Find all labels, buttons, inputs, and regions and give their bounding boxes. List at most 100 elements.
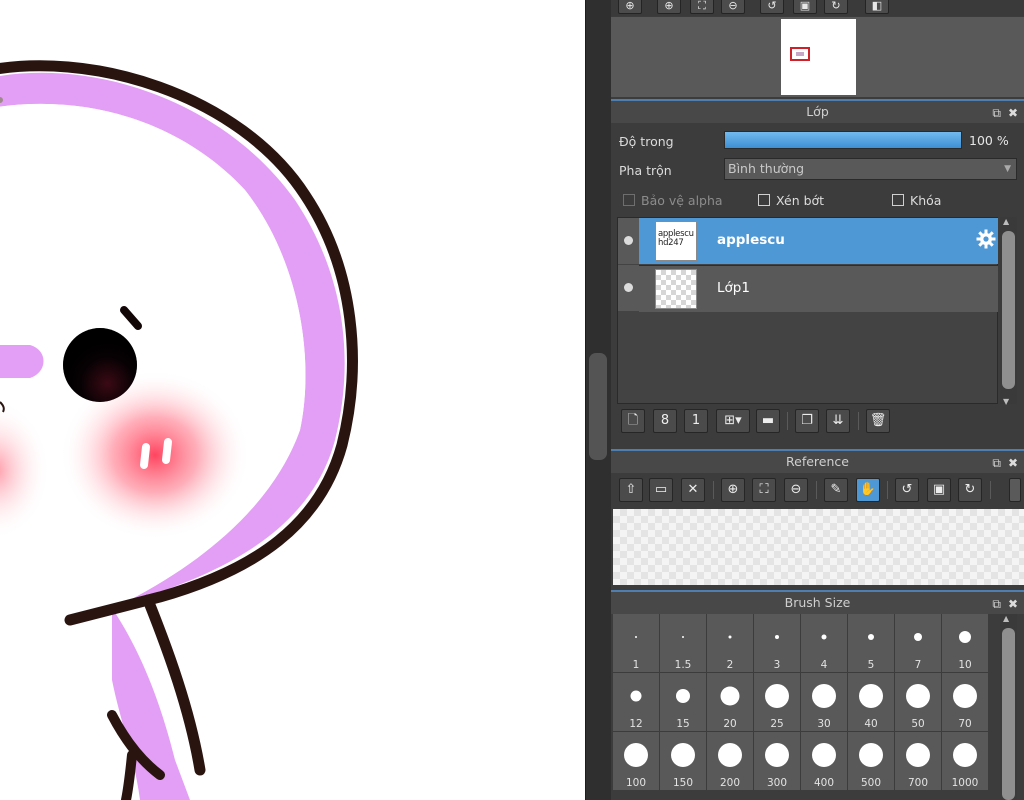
brush-size-cell[interactable]: 1 (613, 614, 659, 672)
scroll-up-icon[interactable]: ▲ (1003, 217, 1009, 226)
brush-size-label: 500 (860, 777, 882, 789)
navigator-viewport-frame[interactable] (790, 47, 810, 61)
brush-size-cell[interactable]: 4 (801, 614, 847, 672)
navigator-thumbnail (781, 19, 856, 95)
rotate-right-icon[interactable]: ↻ (958, 478, 982, 502)
scroll-thumb[interactable] (1002, 231, 1015, 389)
lock-label: Khóa (910, 193, 942, 208)
brush-preview-dot (812, 743, 836, 767)
navigator-toolbar: ⊕ ⊕ ⛶ ⊖ ↺ ▣ ↻ ◧ (611, 0, 1024, 16)
close-icon[interactable]: ✖ (1008, 103, 1018, 124)
brush-size-cell[interactable]: 150 (660, 732, 706, 790)
rotate-left-icon[interactable]: ↺ (760, 0, 784, 14)
brush-size-cell[interactable]: 300 (754, 732, 800, 790)
brush-size-cell[interactable]: 1000 (942, 732, 988, 790)
opacity-label: Độ trong (619, 134, 674, 149)
popout-icon[interactable]: ⧉ (992, 103, 1001, 124)
gear-icon[interactable] (976, 229, 996, 249)
eye-dot-icon (624, 283, 633, 292)
layer-list-scrollbar[interactable]: ▲ ▼ (1000, 217, 1017, 406)
brush-size-cell[interactable]: 100 (613, 732, 659, 790)
brush-size-cell[interactable]: 12 (613, 673, 659, 731)
visibility-toggle[interactable] (618, 265, 639, 311)
upload-icon[interactable]: ⇧ (619, 478, 643, 502)
eyedropper-icon[interactable]: ✎ (824, 478, 848, 502)
zoom-out-icon[interactable]: ⊖ (784, 478, 808, 502)
brush-size-cell[interactable]: 2 (707, 614, 753, 672)
fit-icon[interactable]: ⛶ (752, 478, 776, 502)
brush-size-cell[interactable]: 25 (754, 673, 800, 731)
close-icon[interactable]: ✕ (681, 478, 705, 502)
splitter-scroll-thumb[interactable] (589, 353, 607, 460)
brush-size-cell[interactable]: 700 (895, 732, 941, 790)
brush-size-label: 30 (817, 718, 831, 730)
brush-size-cell[interactable]: 30 (801, 673, 847, 731)
brush-size-cell[interactable]: 70 (942, 673, 988, 731)
scroll-up-icon[interactable]: ▲ (1003, 614, 1009, 623)
hand-icon[interactable]: ✋ (856, 478, 880, 502)
brush-size-cell[interactable]: 500 (848, 732, 894, 790)
duplicate-layer-icon[interactable]: ❐ (795, 409, 819, 433)
brush-size-cell[interactable]: 10 (942, 614, 988, 672)
brush-size-cell[interactable]: 50 (895, 673, 941, 731)
drawing-canvas[interactable] (0, 0, 585, 800)
new-image-layer-icon[interactable]: 1 (684, 409, 708, 433)
brush-preview-dot (765, 684, 789, 708)
brush-size-cell[interactable]: 20 (707, 673, 753, 731)
popout-icon[interactable]: ⧉ (992, 453, 1001, 474)
brush-size-cell[interactable]: 40 (848, 673, 894, 731)
brush-size-cell[interactable]: 400 (801, 732, 847, 790)
rotate-right-icon[interactable]: ↻ (824, 0, 848, 14)
toolbar-overflow[interactable] (1009, 478, 1021, 502)
open-folder-icon[interactable]: ▭ (649, 478, 673, 502)
brush-size-cell[interactable]: 15 (660, 673, 706, 731)
brush-size-scrollbar[interactable]: ▲ (1000, 614, 1017, 800)
scroll-down-icon[interactable]: ▼ (1003, 397, 1009, 406)
brush-size-label: 25 (770, 718, 784, 730)
clipping-checkbox[interactable]: Xén bớt (758, 193, 824, 208)
fit-icon[interactable]: ⛶ (690, 0, 714, 14)
brush-size-label: 20 (723, 718, 737, 730)
panel-splitter[interactable] (585, 0, 612, 800)
scroll-thumb[interactable] (1002, 628, 1015, 800)
brush-preview-dot (720, 686, 740, 706)
brush-preview-dot (868, 634, 874, 640)
brush-size-label: 12 (629, 718, 643, 730)
add-layer-menu-icon[interactable]: ⊞▾ (716, 409, 750, 433)
zoom-in-alt-icon[interactable]: ⊕ (657, 0, 681, 14)
brush-size-cell[interactable]: 5 (848, 614, 894, 672)
layer-name: applescu (717, 232, 785, 248)
fit-window-icon[interactable]: ▣ (793, 0, 817, 14)
brush-preview-dot (624, 743, 648, 767)
opacity-slider[interactable] (724, 131, 962, 149)
close-icon[interactable]: ✖ (1008, 453, 1018, 474)
new-layer-icon[interactable]: 🗋 (621, 409, 645, 433)
popout-icon[interactable]: ⧉ (992, 594, 1001, 615)
fit-window-icon[interactable]: ▣ (927, 478, 951, 502)
layer-row-lop1[interactable]: Lớp1 (618, 265, 998, 312)
rotate-left-icon[interactable]: ↺ (895, 478, 919, 502)
zoom-out-icon[interactable]: ⊖ (721, 0, 745, 14)
visibility-toggle[interactable] (618, 218, 639, 264)
brush-size-cell[interactable]: 7 (895, 614, 941, 672)
navigator-preview[interactable] (611, 17, 1024, 97)
brush-size-cell[interactable]: 200 (707, 732, 753, 790)
brush-size-cell[interactable]: 3 (754, 614, 800, 672)
reference-canvas[interactable] (613, 509, 1024, 585)
layer-row-applescu[interactable]: applescu hd247 applescu (618, 218, 998, 264)
delete-layer-icon[interactable]: 🗑 (866, 409, 890, 433)
flip-icon[interactable]: ◧ (865, 0, 889, 14)
zoom-in-icon[interactable]: ⊕ (721, 478, 745, 502)
folder-icon[interactable]: ▬ (756, 409, 780, 433)
close-icon[interactable]: ✖ (1008, 594, 1018, 615)
blend-mode-select[interactable]: Bình thường ▼ (724, 158, 1017, 180)
protect-alpha-checkbox[interactable]: Bảo vệ alpha (623, 193, 723, 208)
brush-preview-dot (765, 743, 789, 767)
brush-size-label: 100 (625, 777, 647, 789)
lock-checkbox[interactable]: Khóa (892, 193, 941, 208)
brush-preview-dot (671, 743, 695, 767)
zoom-in-icon[interactable]: ⊕ (618, 0, 642, 14)
brush-size-cell[interactable]: 1.5 (660, 614, 706, 672)
merge-down-icon[interactable]: ⇊ (826, 409, 850, 433)
new-halftone-layer-icon[interactable]: 8 (653, 409, 677, 433)
